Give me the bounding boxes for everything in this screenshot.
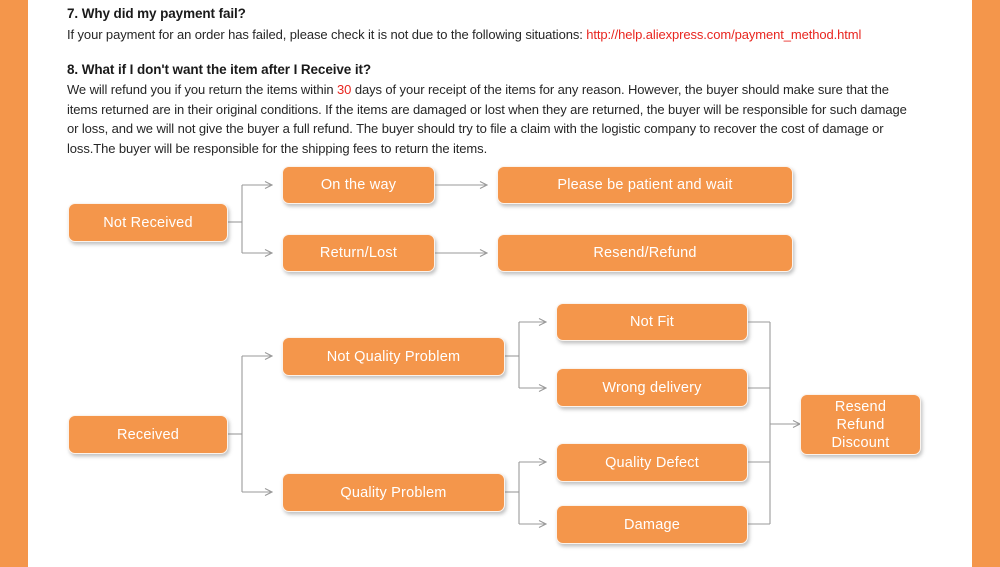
node-resend-refund-discount-line-2: Refund — [836, 416, 885, 433]
faq-question-7: 7. Why did my payment fail? — [67, 6, 246, 21]
node-not-received[interactable]: Not Received — [68, 203, 228, 242]
node-quality-problem-label: Quality Problem — [340, 484, 447, 501]
node-wrong-delivery[interactable]: Wrong delivery — [556, 368, 748, 407]
node-received-label: Received — [116, 426, 180, 443]
node-received[interactable]: Received — [68, 415, 228, 454]
node-return-lost-label: Return/Lost — [319, 245, 398, 261]
node-please-be-patient-and-wait-label: Please be patient and wait — [557, 177, 733, 193]
faq-page: 7. Why did my payment fail? If your paym… — [0, 0, 1000, 567]
return-window-days: 30 — [337, 82, 352, 97]
node-not-received-label: Not Received — [103, 214, 193, 231]
node-quality-defect-label: Quality Defect — [605, 454, 699, 471]
node-not-quality-problem[interactable]: Not Quality Problem — [282, 337, 505, 376]
node-not-fit[interactable]: Not Fit — [556, 303, 748, 341]
node-on-the-way[interactable]: On the way — [282, 166, 435, 204]
node-wrong-delivery-label: Wrong delivery — [602, 379, 702, 396]
faq-answer-8-part1: We will refund you if you return the ite… — [67, 82, 338, 97]
page-content: 7. Why did my payment fail? If your paym… — [67, 0, 927, 567]
node-resend-refund-label: Resend/Refund — [593, 245, 697, 261]
faq-answer-7-text: If your payment for an order has failed,… — [67, 27, 587, 42]
right-orange-margin-bar — [972, 0, 1000, 567]
node-on-the-way-label: On the way — [320, 177, 397, 193]
node-resend-refund-discount[interactable]: Resend Refund Discount — [800, 394, 921, 455]
node-not-fit-label: Not Fit — [629, 314, 675, 330]
node-resend-refund-discount-line-1: Resend — [834, 398, 887, 415]
left-orange-margin-bar — [0, 0, 28, 567]
payment-method-help-link[interactable]: http://help.aliexpress.com/payment_metho… — [586, 27, 861, 42]
faq-answer-7: If your payment for an order has failed,… — [67, 25, 927, 45]
node-please-be-patient-and-wait[interactable]: Please be patient and wait — [497, 166, 793, 204]
node-quality-defect[interactable]: Quality Defect — [556, 443, 748, 482]
node-damage[interactable]: Damage — [556, 505, 748, 544]
node-resend-refund[interactable]: Resend/Refund — [497, 234, 793, 272]
faq-answer-8: We will refund you if you return the ite… — [67, 80, 917, 158]
node-return-lost[interactable]: Return/Lost — [282, 234, 435, 272]
node-not-quality-problem-label: Not Quality Problem — [326, 348, 461, 365]
node-damage-label: Damage — [623, 516, 680, 533]
faq-question-8: 8. What if I don't want the item after I… — [67, 62, 372, 77]
node-quality-problem[interactable]: Quality Problem — [282, 473, 505, 512]
node-resend-refund-discount-line-3: Discount — [831, 434, 890, 451]
